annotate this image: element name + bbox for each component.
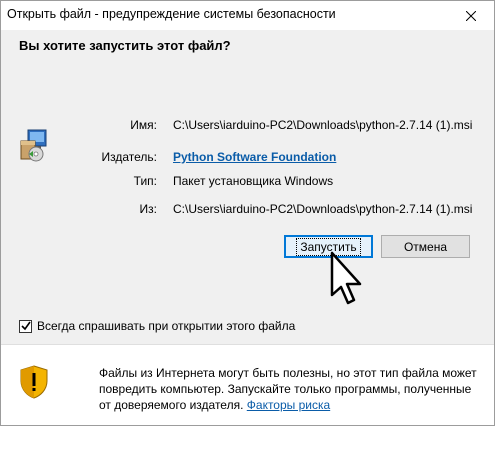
close-button[interactable] (448, 1, 494, 30)
always-ask-option[interactable]: Всегда спрашивать при открытии этого фай… (19, 319, 295, 333)
window-title: Открыть файл - предупреждение системы бе… (7, 7, 336, 21)
security-warning-dialog: Открыть файл - предупреждение системы бе… (0, 0, 495, 426)
publisher-label: Издатель: (101, 150, 158, 164)
warning-panel: Файлы из Интернета могут быть полезны, н… (1, 345, 494, 425)
checkmark-icon (20, 321, 31, 331)
warning-message: Файлы из Интернета могут быть полезны, н… (99, 365, 484, 413)
always-ask-checkbox[interactable] (19, 319, 32, 333)
type-row: Тип: Пакет установщика Windows (1, 174, 494, 190)
name-row: Имя: C:\Users\iarduino-PC2\Downloads\pyt… (1, 118, 494, 134)
name-value: C:\Users\iarduino-PC2\Downloads\python-2… (173, 118, 473, 132)
from-value: C:\Users\iarduino-PC2\Downloads\python-2… (173, 202, 473, 216)
dialog-question: Вы хотите запустить этот файл? (19, 38, 231, 53)
cancel-button-label: Отмена (403, 239, 448, 254)
publisher-row: Издатель: Python Software Foundation (1, 150, 494, 166)
title-bar: Открыть файл - предупреждение системы бе… (1, 1, 494, 30)
name-label: Имя: (130, 118, 157, 132)
close-icon (466, 10, 476, 21)
from-label: Из: (139, 202, 157, 216)
publisher-link[interactable]: Python Software Foundation (173, 150, 336, 164)
security-shield-icon (20, 365, 48, 399)
from-row: Из: C:\Users\iarduino-PC2\Downloads\pyth… (1, 202, 494, 218)
always-ask-label: Всегда спрашивать при открытии этого фай… (37, 319, 296, 333)
dialog-body: Вы хотите запустить этот файл? Имя: C:\U… (1, 30, 494, 344)
type-label: Тип: (133, 174, 157, 188)
risk-factors-link[interactable]: Факторы риска (247, 398, 330, 412)
cancel-button[interactable]: Отмена (381, 235, 470, 258)
type-value: Пакет установщика Windows (173, 174, 334, 188)
mouse-pointer-icon (330, 251, 362, 305)
